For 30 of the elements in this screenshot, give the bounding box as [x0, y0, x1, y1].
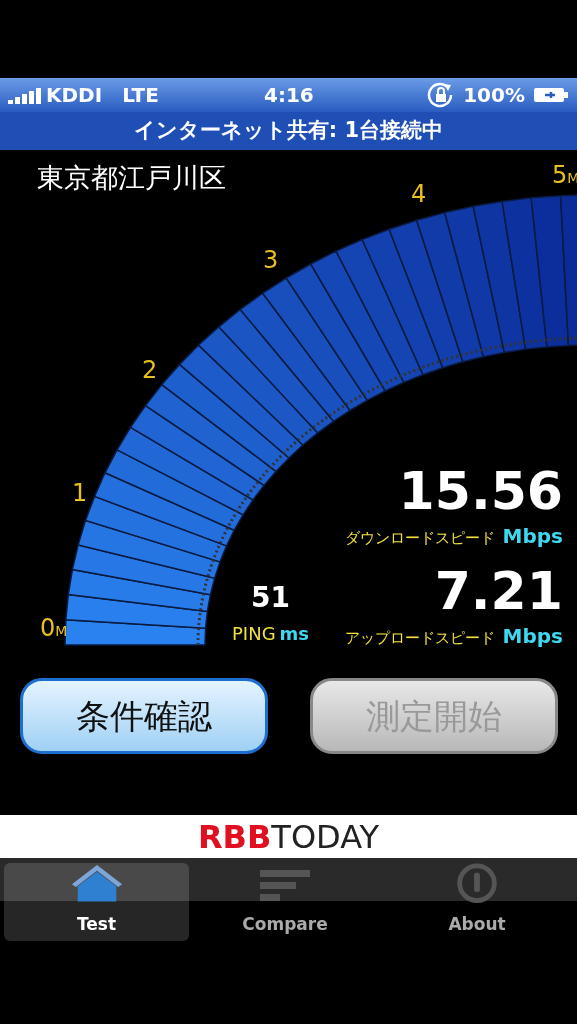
gauge-label: 3 [263, 248, 279, 272]
gauge-label: 2 [142, 358, 158, 382]
gauge-label: 4 [411, 182, 427, 206]
gauge-label: 0M [40, 616, 68, 640]
upload-label: アップロードスピード [344, 628, 495, 649]
network-type: LTE [122, 82, 159, 109]
gauge-label: 1 [72, 481, 88, 505]
carrier-name: KDDI [46, 82, 103, 109]
tab-item[interactable]: Test [4, 863, 189, 941]
check-conditions-button[interactable]: 条件確認 [20, 678, 268, 754]
signal-icon [8, 86, 42, 104]
tethering-status: インターネット共有: 1台接続中 [133, 117, 444, 145]
download-label: ダウンロードスピード [344, 528, 495, 549]
logo-text[interactable]: TODAY [271, 821, 380, 853]
ping-value: 51 [251, 584, 290, 612]
list-icon [260, 867, 310, 904]
battery-charging-icon [533, 86, 569, 104]
download-unit: Mbps [502, 523, 563, 550]
location-text: 東京都江戸川区 [37, 161, 226, 195]
logo-text[interactable]: RBB [197, 821, 272, 853]
info-icon [456, 863, 498, 904]
ping-unit: ms [279, 622, 310, 646]
download-speed: 15.56 [398, 465, 563, 517]
upload-unit: Mbps [502, 623, 563, 650]
ping-label: PING [232, 622, 276, 646]
battery-percent: 100% [463, 82, 525, 109]
status-time: 4:16 [264, 82, 314, 109]
upload-speed: 7.21 [434, 565, 563, 617]
tab-item[interactable]: Compare [189, 863, 381, 941]
tab-item[interactable]: About [381, 863, 573, 941]
